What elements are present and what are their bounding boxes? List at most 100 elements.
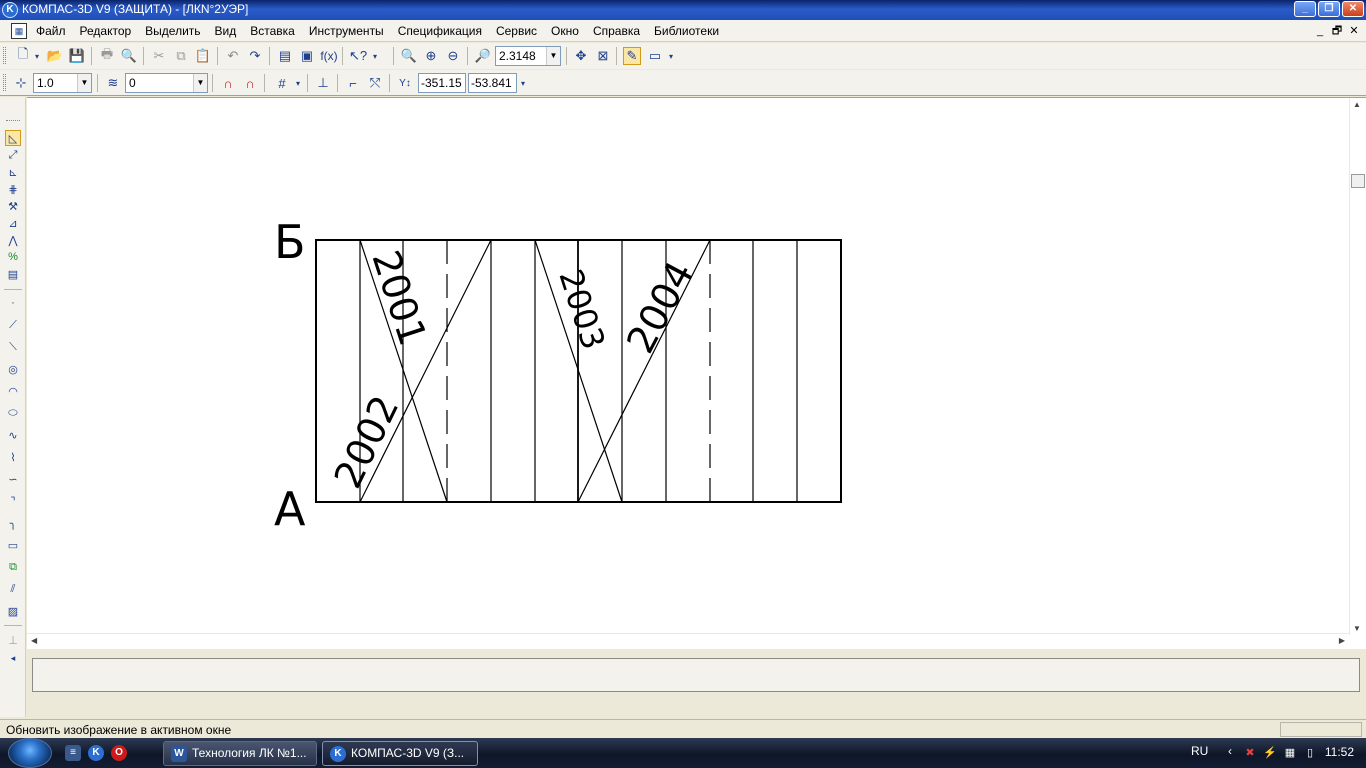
variables-icon[interactable]: f(x) [320,47,338,65]
toolbar-grip[interactable] [3,47,6,64]
properties-panel-area[interactable] [32,658,1360,692]
menu-view[interactable]: Вид [208,23,244,39]
specification-panel-icon[interactable]: ▤ [5,266,21,282]
clock[interactable]: 11:52 [1325,745,1354,759]
scroll-down-icon[interactable]: ▼ [1353,624,1361,633]
zoom-scale-icon[interactable]: 🔎 [474,47,492,65]
parametric-mode-icon[interactable]: ⤲ [366,74,384,92]
doc-minimize-icon[interactable]: _ [1314,24,1326,38]
minimize-icon[interactable]: _ [1294,1,1316,17]
scroll-left-icon[interactable]: ◀ [31,636,37,645]
coord-x-field[interactable]: -351.15 [418,73,466,93]
drawing-svg[interactable]: Б А 2001 2002 2003 2004 [27,98,1349,634]
save-icon[interactable]: 💾 [68,47,86,65]
zoom-window-icon[interactable]: 🔍 [400,47,418,65]
auxiliary-line-icon[interactable]: ⟋ [5,317,21,333]
kompas-quicklaunch-icon[interactable]: K [88,745,104,761]
chevron-left-icon[interactable]: ◂ [5,650,21,666]
menu-help[interactable]: Справка [586,23,647,39]
local-coordinate-system-icon[interactable]: ⊥ [314,74,332,92]
restore-icon[interactable]: ❐ [1318,1,1340,17]
zoom-combo[interactable]: 2.3148 ▼ [495,46,561,66]
menu-tools[interactable]: Инструменты [302,23,391,39]
paste-icon[interactable]: 📋 [194,47,212,65]
menu-edit[interactable]: Редактор [73,23,139,39]
coord-y-field[interactable]: -53.841 [468,73,517,93]
menu-file[interactable]: Файл [36,23,73,39]
start-button[interactable] [8,738,52,768]
refresh-view-icon[interactable]: ✎ [623,47,641,65]
associative-views-icon[interactable]: % [5,249,21,265]
manager-icon[interactable]: ▤ [276,47,294,65]
designations-panel-icon[interactable]: ⊾ [5,164,21,180]
editing-panel-icon[interactable]: ⋕ [5,181,21,197]
show-desktop-icon[interactable]: ≡ [65,745,81,761]
redo-icon[interactable]: ↷ [246,47,264,65]
zoom-out-icon[interactable]: ⊖ [444,47,462,65]
doc-close-icon[interactable]: ✕ [1348,24,1360,38]
taskbar-button-kompas[interactable]: K КОМПАС-3D V9 (З... [322,741,478,766]
local-snap-icon[interactable]: ∩ [241,74,259,92]
parametrization-panel-icon[interactable]: ⚒ [5,198,21,214]
opera-icon[interactable]: O [111,745,127,761]
scroll-up-icon[interactable]: ▲ [1353,100,1361,109]
ortho-mode-icon[interactable]: ⌐ [344,74,362,92]
annotation-2003[interactable]: 2003 [551,265,612,354]
new-document-icon[interactable]: 🗋 [14,46,32,65]
antivirus-icon[interactable]: ✖ [1242,745,1258,761]
open-folder-icon[interactable]: 📂 [46,47,64,65]
snap-magnet-icon[interactable]: ∩ [219,74,237,92]
continuous-input-icon[interactable]: ∿ [5,427,21,443]
contour-icon[interactable]: ⧉ [5,559,21,575]
annotation-2001[interactable]: 2001 [363,245,435,351]
layers-icon[interactable]: ≋ [104,74,122,92]
cut-icon[interactable]: ✂ [150,47,168,65]
menu-specification[interactable]: Спецификация [391,23,489,39]
document-icon[interactable]: ▦ [11,23,27,39]
menu-insert[interactable]: Вставка [243,23,302,39]
close-icon[interactable]: ✕ [1342,1,1364,17]
print-preview-icon[interactable]: 🔍 [120,47,138,65]
equidistant-icon[interactable]: ⫽ [5,581,21,597]
power-icon[interactable]: ▯ [1302,745,1318,761]
view-dropdown-icon[interactable]: ▾ [666,47,676,65]
toolbar-grip[interactable] [3,74,6,91]
context-help-icon[interactable]: ↖? [349,47,367,65]
bezier-curve-icon[interactable]: ∽ [5,471,21,487]
horizontal-scrollbar[interactable]: ◀ ▶ [27,633,1349,649]
copy-icon[interactable]: ⧉ [172,47,190,65]
rectangle-icon[interactable]: ▭ [5,537,21,553]
view-options-icon[interactable]: ▭ [646,47,664,65]
fillet-icon[interactable]: ╮ [5,515,21,531]
language-indicator[interactable]: RU [1191,744,1208,758]
hatch-icon[interactable]: ▨ [5,603,21,619]
chevron-down-icon[interactable]: ▼ [546,47,560,65]
arc-icon[interactable]: ◠ [5,383,21,399]
taskbar-button-word[interactable]: W Технология ЛК №1... [163,741,317,766]
segment-icon[interactable]: ⟍ [5,339,21,355]
layer-combo[interactable]: 0 ▼ [125,73,208,93]
annotation-2004[interactable]: 2004 [618,254,702,360]
menu-service[interactable]: Сервис [489,23,544,39]
cursor-step-icon[interactable]: ⊹ [12,74,30,92]
coords-dropdown-icon[interactable]: ▾ [518,74,528,92]
chevron-down-icon[interactable]: ▼ [77,74,91,92]
geometry-panel-icon[interactable]: ◺ [5,130,21,146]
new-dropdown-icon[interactable]: ▾ [32,47,42,65]
collapse-toolbar-icon[interactable]: ⊥ [5,632,21,648]
help-dropdown-icon[interactable]: ▾ [370,47,380,65]
network-icon[interactable]: ▦ [1282,745,1298,761]
vertical-scroll-thumb[interactable] [1351,174,1365,188]
toolbar-grip[interactable] [6,120,20,123]
grid-dropdown-icon[interactable]: ▾ [293,74,303,92]
flash-icon[interactable]: ⚡ [1262,745,1278,761]
chevron-down-icon[interactable]: ▼ [193,74,207,92]
pan-icon[interactable]: ✥ [572,47,590,65]
menu-libraries[interactable]: Библиотеки [647,23,726,39]
measurements-panel-icon[interactable]: ⊿ [5,215,21,231]
ellipse-icon[interactable]: ⬭ [5,405,21,421]
undo-icon[interactable]: ↶ [224,47,242,65]
zoom-in-icon[interactable]: ⊕ [422,47,440,65]
vertical-scrollbar[interactable]: ▲ ▼ [1349,98,1366,635]
scroll-right-icon[interactable]: ▶ [1339,636,1345,645]
